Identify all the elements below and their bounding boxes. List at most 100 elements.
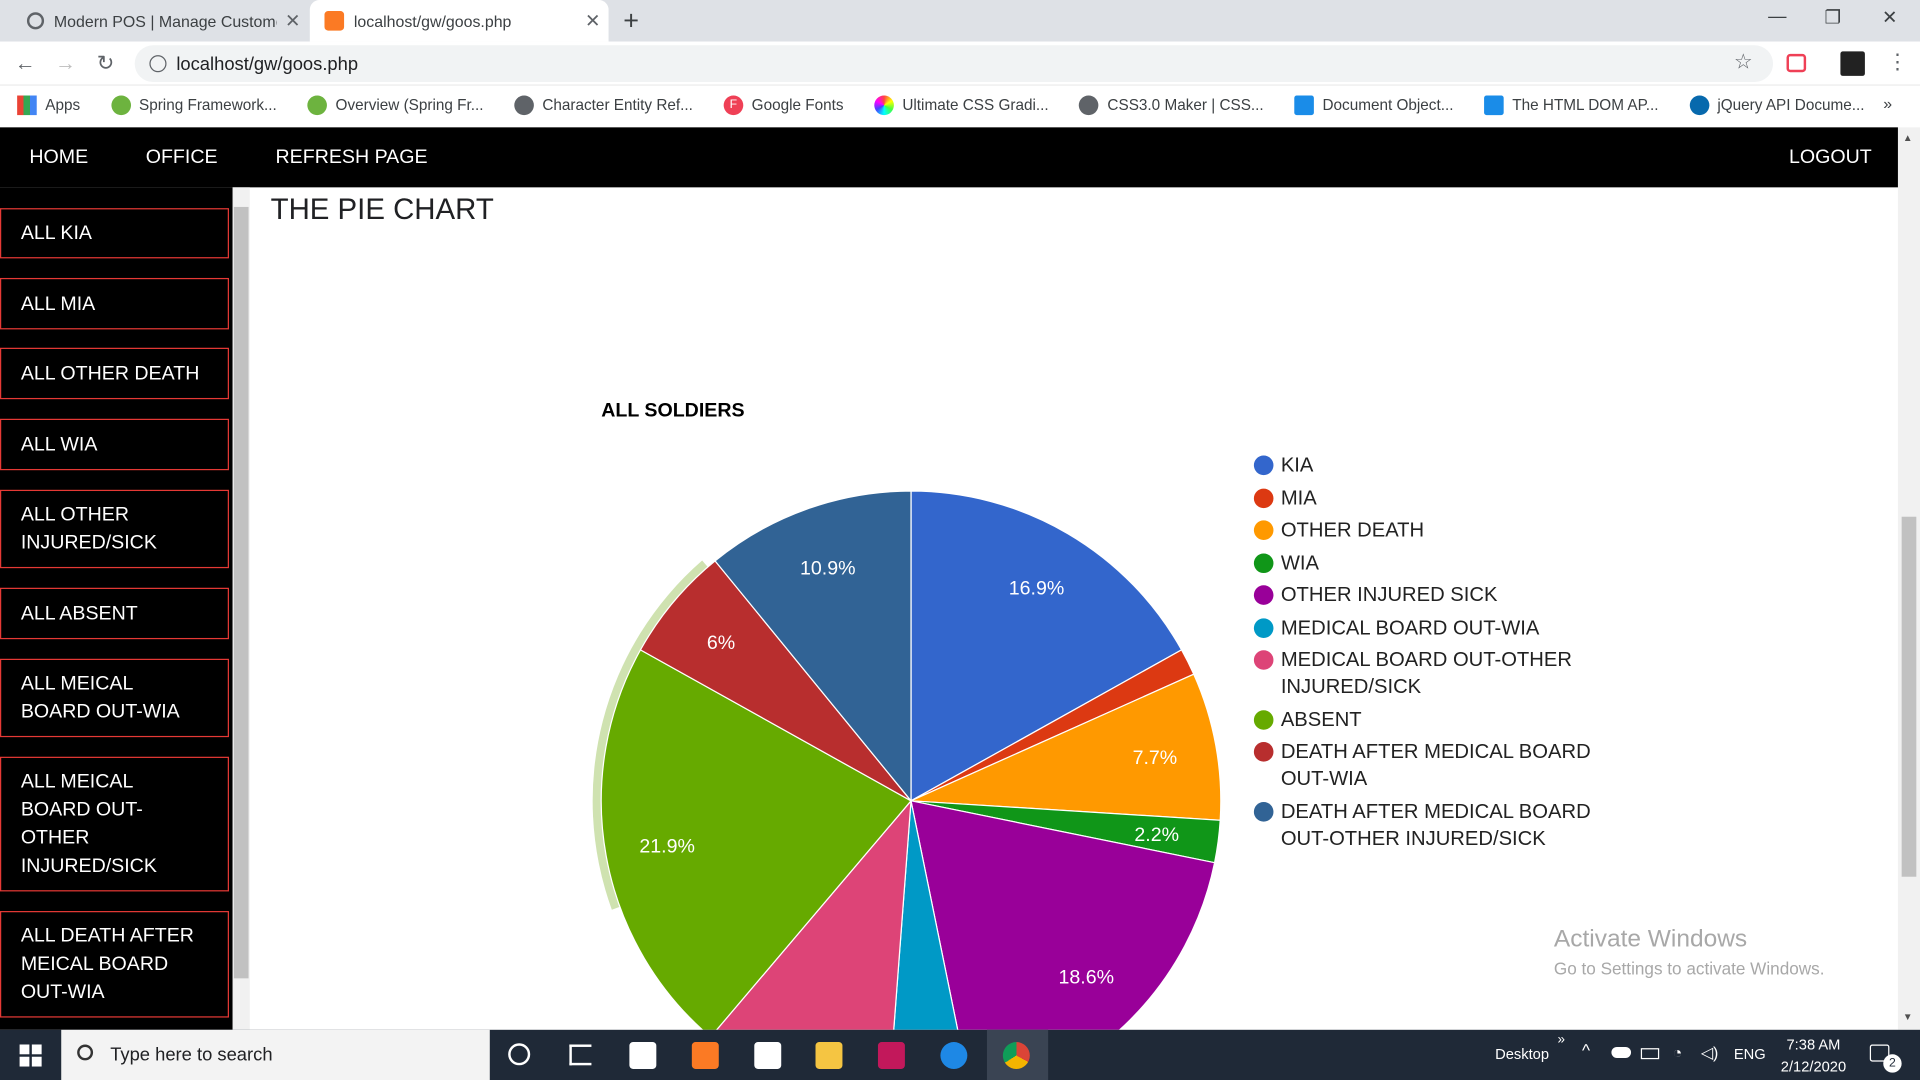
sidebar-item-all-death-after-meical-board-out-wia[interactable]: ALL DEATH AFTER MEICAL BOARD OUT-WIA — [0, 911, 229, 1018]
task-view-icon[interactable] — [569, 1044, 592, 1066]
forward-icon[interactable]: → — [55, 51, 76, 75]
legend-item-other-death[interactable]: OTHER DEATH — [1253, 517, 1424, 544]
tray-chevron-icon[interactable]: ^ — [1582, 1041, 1590, 1061]
new-tab-icon[interactable]: + — [623, 5, 639, 37]
xampp-taskbar-icon[interactable] — [691, 1042, 719, 1069]
nav-logout[interactable]: LOGOUT — [1789, 147, 1872, 169]
mail-icon[interactable] — [629, 1042, 657, 1069]
store-icon[interactable] — [754, 1042, 782, 1069]
legend-item-wia[interactable]: WIA — [1253, 549, 1319, 576]
bookmark-dom[interactable]: Document Object... — [1294, 95, 1453, 116]
cortana-icon[interactable] — [508, 1043, 531, 1066]
sidebar-scrollbar-thumb[interactable] — [233, 206, 249, 979]
url-text: localhost/gw/goos.php — [176, 53, 359, 75]
legend-item-medical-board-out-wia[interactable]: MEDICAL BOARD OUT-WIA — [1253, 614, 1540, 641]
bookmark-css3-maker[interactable]: CSS3.0 Maker | CSS... — [1079, 95, 1264, 116]
close-tab-icon[interactable]: ✕ — [277, 10, 309, 32]
legend-item-medical-board-out-other-injured-sick[interactable]: MEDICAL BOARD OUT-OTHER INJURED/SICK — [1253, 647, 1621, 701]
sidebar-item-all-other-death[interactable]: ALL OTHER DEATH — [0, 347, 229, 400]
wifi-icon[interactable]: ◔ — [1673, 1043, 1683, 1061]
bookmarks-bar: Apps Spring Framework... Overview (Sprin… — [0, 85, 1920, 125]
top-nav-bar: HOME OFFICE REFRESH PAGE LOGOUT — [0, 127, 1898, 188]
bookmark-google-fonts[interactable]: F Google Fonts — [723, 95, 844, 116]
activation-watermark-title: Activate Windows — [1553, 925, 1748, 953]
bookmark-label: Character Entity Ref... — [542, 96, 693, 114]
tab-goos[interactable]: localhost/gw/goos.php ✕ — [309, 0, 609, 42]
scroll-down-icon[interactable]: ▼ — [1903, 1011, 1913, 1022]
battery-icon[interactable] — [1640, 1048, 1660, 1060]
desktop-toolbar-label[interactable]: Desktop — [1495, 1046, 1549, 1063]
omnibox[interactable]: localhost/gw/goos.php ☆ — [134, 45, 1774, 83]
legend-item-absent[interactable]: ABSENT — [1253, 706, 1362, 733]
sidebar-item-all-meical-board-out-wia[interactable]: ALL MEICAL BOARD OUT-WIA — [0, 658, 229, 738]
legend-swatch — [1253, 617, 1274, 638]
search-placeholder: Type here to search — [110, 1044, 273, 1066]
page-scrollbar-thumb[interactable] — [1901, 516, 1917, 877]
bookmark-jquery-api[interactable]: jQuery API Docume... — [1689, 95, 1865, 116]
chart-title: ALL SOLDIERS — [601, 400, 745, 422]
scroll-up-icon[interactable]: ▲ — [1903, 132, 1913, 143]
sidebar-item-all-other-injured-sick[interactable]: ALL OTHER INJURED/SICK — [0, 489, 229, 569]
sidebar-scrollbar[interactable] — [232, 187, 250, 1030]
info-icon[interactable] — [149, 55, 167, 73]
language-indicator[interactable]: ENG — [1734, 1046, 1766, 1063]
volume-icon[interactable]: ◁) — [1701, 1043, 1719, 1063]
edge-icon[interactable] — [940, 1042, 968, 1069]
star-icon[interactable]: ☆ — [1734, 50, 1753, 74]
minimize-icon[interactable]: — — [1768, 6, 1786, 27]
pocket-icon[interactable] — [1786, 53, 1807, 73]
sidebar-item-all-absent[interactable]: ALL ABSENT — [0, 587, 229, 640]
windows-taskbar: Type here to search Desktop » ^ ◔ ◁) ENG… — [0, 1029, 1920, 1080]
bookmark-character-entity[interactable]: Character Entity Ref... — [514, 95, 693, 116]
legend-label: WIA — [1280, 551, 1319, 574]
sidebar-item-all-kia[interactable]: ALL KIA — [0, 208, 229, 259]
close-tab-icon[interactable]: ✕ — [577, 10, 609, 32]
windows-start-icon[interactable] — [19, 1044, 42, 1067]
legend-item-kia[interactable]: KIA — [1253, 452, 1314, 479]
legend-label: MEDICAL BOARD OUT-WIA — [1280, 616, 1540, 639]
menu-icon[interactable]: ⋮ — [1887, 50, 1908, 74]
nav-home[interactable]: HOME — [29, 147, 88, 169]
close-window-icon[interactable]: ✕ — [1882, 6, 1897, 28]
sidebar-item-all-meical-board-out-other[interactable]: ALL MEICAL BOARD OUT-OTHER INJURED/SICK — [0, 756, 229, 892]
back-icon[interactable]: ← — [15, 51, 36, 75]
notification-count: 2 — [1883, 1054, 1902, 1073]
legend-item-death-after-medical-board-out-wia[interactable]: DEATH AFTER MEDICAL BOARD OUT-WIA — [1253, 738, 1621, 792]
legend-label: KIA — [1280, 454, 1314, 477]
intellij-icon[interactable] — [877, 1042, 905, 1069]
extension-icon[interactable] — [1840, 51, 1865, 76]
onedrive-icon[interactable] — [1611, 1046, 1632, 1058]
nav-refresh-page[interactable]: REFRESH PAGE — [276, 147, 428, 169]
sidebar-item-label: ALL ABSENT — [20, 603, 138, 624]
pie-data-label: 6% — [707, 632, 735, 654]
legend-swatch — [1253, 742, 1274, 762]
sidebar-item-label: ALL MEICAL BOARD OUT-WIA — [20, 673, 180, 723]
page-scrollbar[interactable]: ▲ ▼ — [1897, 127, 1920, 1030]
bookmark-label: CSS3.0 Maker | CSS... — [1107, 96, 1264, 114]
bookmark-css-gradient[interactable]: Ultimate CSS Gradi... — [874, 95, 1049, 116]
sidebar-item-all-mia[interactable]: ALL MIA — [0, 277, 229, 330]
clock[interactable]: 7:38 AM 2/12/2020 — [1776, 1033, 1852, 1077]
legend-item-death-after-medical-board-out-other-injured-sick[interactable]: DEATH AFTER MEDICAL BOARD OUT-OTHER INJU… — [1253, 798, 1621, 852]
toolbar-more-icon[interactable]: » — [1558, 1032, 1566, 1047]
taskbar-search-box[interactable]: Type here to search — [61, 1029, 490, 1080]
bookmark-spring-overview[interactable]: Overview (Spring Fr... — [307, 95, 484, 116]
nav-office[interactable]: OFFICE — [146, 147, 218, 169]
legend-swatch — [1253, 455, 1274, 476]
pie-data-label: 2.2% — [1134, 824, 1179, 846]
chrome-taskbar-button[interactable] — [986, 1029, 1049, 1080]
legend-item-mia[interactable]: MIA — [1253, 484, 1317, 511]
maximize-icon[interactable]: ❐ — [1824, 6, 1840, 28]
bookmark-apps[interactable]: Apps — [17, 95, 80, 116]
file-explorer-icon[interactable] — [815, 1042, 843, 1069]
activation-watermark-text: Go to Settings to activate Windows. — [1553, 958, 1825, 979]
bookmarks-more-icon[interactable]: » — [1883, 94, 1892, 112]
legend-label: DEATH AFTER MEDICAL BOARD OUT-OTHER INJU… — [1280, 800, 1591, 850]
reload-icon[interactable]: ↻ — [97, 51, 114, 75]
tab-modern-pos[interactable]: Modern POS | Manage Customer ✕ — [10, 0, 309, 42]
sidebar-item-all-wia[interactable]: ALL WIA — [0, 418, 229, 471]
legend-swatch — [1253, 709, 1274, 730]
legend-item-other-injured-sick[interactable]: OTHER INJURED SICK — [1253, 582, 1497, 609]
bookmark-spring-framework[interactable]: Spring Framework... — [110, 95, 277, 116]
bookmark-html-dom-api[interactable]: The HTML DOM AP... — [1484, 95, 1659, 116]
